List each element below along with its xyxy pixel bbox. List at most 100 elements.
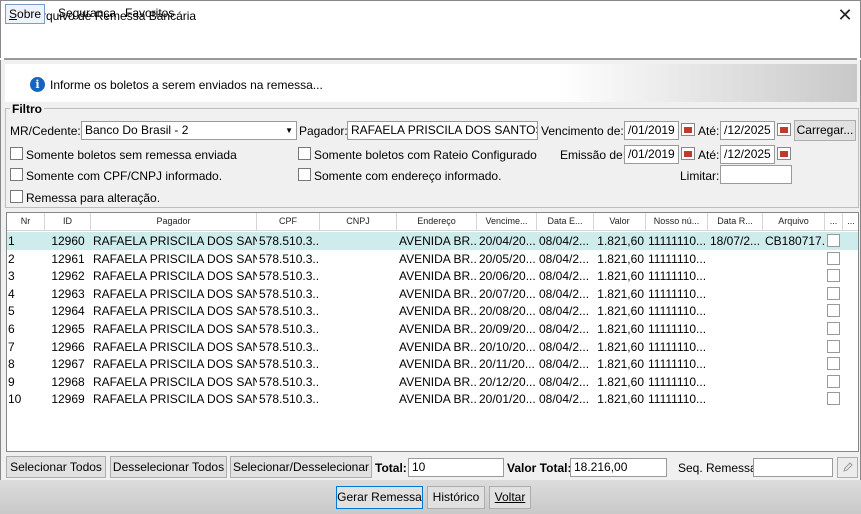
table-cell: 08/04/2... xyxy=(539,251,590,266)
seq-remessa-input[interactable] xyxy=(753,458,833,477)
column-header[interactable]: Endereço xyxy=(397,213,477,231)
pencil-icon[interactable] xyxy=(837,457,858,478)
table-cell: 1.821,60 xyxy=(597,234,644,248)
menu-sobre[interactable]: Sobre xyxy=(5,4,46,24)
row-checkbox[interactable] xyxy=(827,322,840,335)
emissao-ate-label: Até: xyxy=(698,148,720,162)
column-header[interactable]: Nosso nú... xyxy=(646,213,708,231)
close-icon[interactable]: ✕ xyxy=(832,4,858,28)
rateio-checkbox[interactable] xyxy=(298,147,311,160)
gerar-remessa-button[interactable]: Gerar Remessa xyxy=(336,486,423,509)
row-checkbox[interactable] xyxy=(827,269,840,283)
row-checkbox[interactable] xyxy=(827,392,840,406)
table-row[interactable]: 1 12960 RAFAELA PRISCILA DOS SAN... 578.510… xyxy=(7,232,858,250)
cedente-select[interactable]: Banco Do Brasil - 2 ▼ xyxy=(81,121,297,140)
table-cell: 578.510.3... xyxy=(259,251,320,266)
table-row[interactable]: 10 12969 RAFAELA PRISCILA DOS SAN... 578.51… xyxy=(7,390,858,408)
column-header[interactable]: ... xyxy=(843,213,858,231)
row-checkbox[interactable] xyxy=(827,234,840,247)
table-row[interactable]: 3 12962 RAFAELA PRISCILA DOS SAN... 578.510… xyxy=(7,267,858,285)
column-header[interactable]: Nr xyxy=(7,213,45,231)
table-cell: 4 xyxy=(8,286,15,301)
row-checkbox[interactable] xyxy=(827,339,840,353)
column-header[interactable]: Data E... xyxy=(537,213,594,231)
table-cell: 08/04/2... xyxy=(539,304,590,319)
table-cell xyxy=(320,267,397,285)
table-row[interactable]: 9 12968 RAFAELA PRISCILA DOS SAN... 578.510… xyxy=(7,373,858,391)
column-header[interactable]: ID xyxy=(45,213,91,231)
table-row[interactable]: 8 12967 RAFAELA PRISCILA DOS SAN... 578.510… xyxy=(7,355,858,373)
table-cell: 08/04/2... xyxy=(539,322,590,336)
voltar-button[interactable]: Voltar xyxy=(489,486,531,509)
endereco-checkbox[interactable] xyxy=(298,168,311,181)
table-cell xyxy=(763,338,825,356)
row-checkbox[interactable] xyxy=(827,374,840,388)
column-header[interactable]: Vencime... xyxy=(477,213,537,231)
carregar-button[interactable]: Carregar... xyxy=(794,120,856,141)
emissao-ate-input[interactable]: /12/2025 xyxy=(720,145,775,164)
table-row[interactable]: 2 12961 RAFAELA PRISCILA DOS SAN... 578.510… xyxy=(7,250,858,268)
table-row[interactable]: 5 12964 RAFAELA PRISCILA DOS SAN... 578.510… xyxy=(7,302,858,320)
column-header[interactable]: Data R... xyxy=(708,213,763,231)
sem-remessa-checkbox[interactable] xyxy=(10,147,23,160)
table-cell: 08/04/2... xyxy=(539,357,590,372)
table-cell: RAFAELA PRISCILA DOS SAN... xyxy=(93,269,257,284)
menu-favoritos[interactable]: Favoritos xyxy=(122,4,177,24)
emissao-de-input[interactable]: /01/2019 xyxy=(624,145,679,164)
table-cell: 20/08/20... xyxy=(479,304,536,319)
vencimento-ate-input[interactable]: /12/2025 xyxy=(720,121,775,140)
table-cell: 11111110... xyxy=(648,357,707,372)
table-cell: AVENIDA BR... xyxy=(399,304,477,319)
info-message: Informe os boletos a serem enviados na r… xyxy=(50,78,323,92)
desselecionar-todos-button[interactable]: Desselecionar Todos xyxy=(110,456,227,478)
column-header[interactable]: Arquivo xyxy=(763,213,825,231)
historico-button[interactable]: Histórico xyxy=(427,486,485,509)
menu-sobre-rest: obre xyxy=(17,7,42,21)
table-cell: 12965 xyxy=(51,322,85,336)
vencimento-de-input[interactable]: /01/2019 xyxy=(624,121,679,140)
table-cell xyxy=(320,338,397,356)
alteracao-checkbox[interactable] xyxy=(10,190,23,203)
table-row[interactable]: 7 12966 RAFAELA PRISCILA DOS SAN... 578.510… xyxy=(7,338,858,356)
limitar-input[interactable] xyxy=(720,165,792,184)
table-cell xyxy=(763,267,825,285)
boletos-table: Nr ID Pagador CPF CNPJ Endereço Vencime... Data… xyxy=(6,212,859,452)
cpf-checkbox[interactable] xyxy=(10,168,23,181)
column-header[interactable]: ... xyxy=(825,213,843,231)
table-cell: 20/12/20... xyxy=(479,374,536,389)
sem-remessa-label: Somente boletos sem remessa enviada xyxy=(26,148,237,162)
row-checkbox[interactable] xyxy=(827,251,840,265)
table-cell: 12966 xyxy=(51,339,85,354)
table-cell: RAFAELA PRISCILA DOS SAN... xyxy=(93,304,257,319)
menu-seguranca[interactable]: Segurança xyxy=(55,4,119,24)
column-header[interactable]: CNPJ xyxy=(320,213,397,231)
rateio-label: Somente boletos com Rateio Configurado xyxy=(314,148,537,162)
calendar-icon[interactable] xyxy=(681,147,695,160)
selecionar-todos-button[interactable]: Selecionar Todos xyxy=(6,456,106,478)
calendar-icon[interactable] xyxy=(777,147,791,160)
table-cell xyxy=(708,390,763,408)
pagador-input[interactable]: RAFAELA PRISCILA DOS SANTOS xyxy=(347,121,538,140)
table-cell xyxy=(320,285,397,303)
table-cell xyxy=(763,390,825,408)
column-header[interactable]: Pagador xyxy=(91,213,257,231)
calendar-icon[interactable] xyxy=(681,123,695,136)
table-cell: 20/06/20... xyxy=(479,269,536,284)
table-row[interactable]: 6 12965 RAFAELA PRISCILA DOS SAN... 578.510… xyxy=(7,320,858,338)
table-row[interactable]: 4 12963 RAFAELA PRISCILA DOS SAN... 578.510… xyxy=(7,285,858,303)
calendar-icon[interactable] xyxy=(777,123,791,136)
column-header[interactable]: Valor xyxy=(594,213,646,231)
row-checkbox[interactable] xyxy=(827,304,840,318)
table-cell: 11111110... xyxy=(648,322,707,336)
table-cell xyxy=(763,355,825,373)
row-checkbox[interactable] xyxy=(827,286,840,300)
table-cell: 20/10/20... xyxy=(479,339,536,354)
filter-legend: Filtro xyxy=(10,102,44,116)
table-cell: 12967 xyxy=(51,357,85,372)
table-cell: 3 xyxy=(8,269,15,284)
table-cell: 1.821,60 xyxy=(597,286,644,301)
row-checkbox[interactable] xyxy=(827,357,840,371)
selecionar-desselecionar-button[interactable]: Selecionar/Desselecionar xyxy=(230,456,372,478)
column-header[interactable]: CPF xyxy=(257,213,320,231)
table-header: Nr ID Pagador CPF CNPJ Endereço Vencime... Data… xyxy=(7,213,858,231)
